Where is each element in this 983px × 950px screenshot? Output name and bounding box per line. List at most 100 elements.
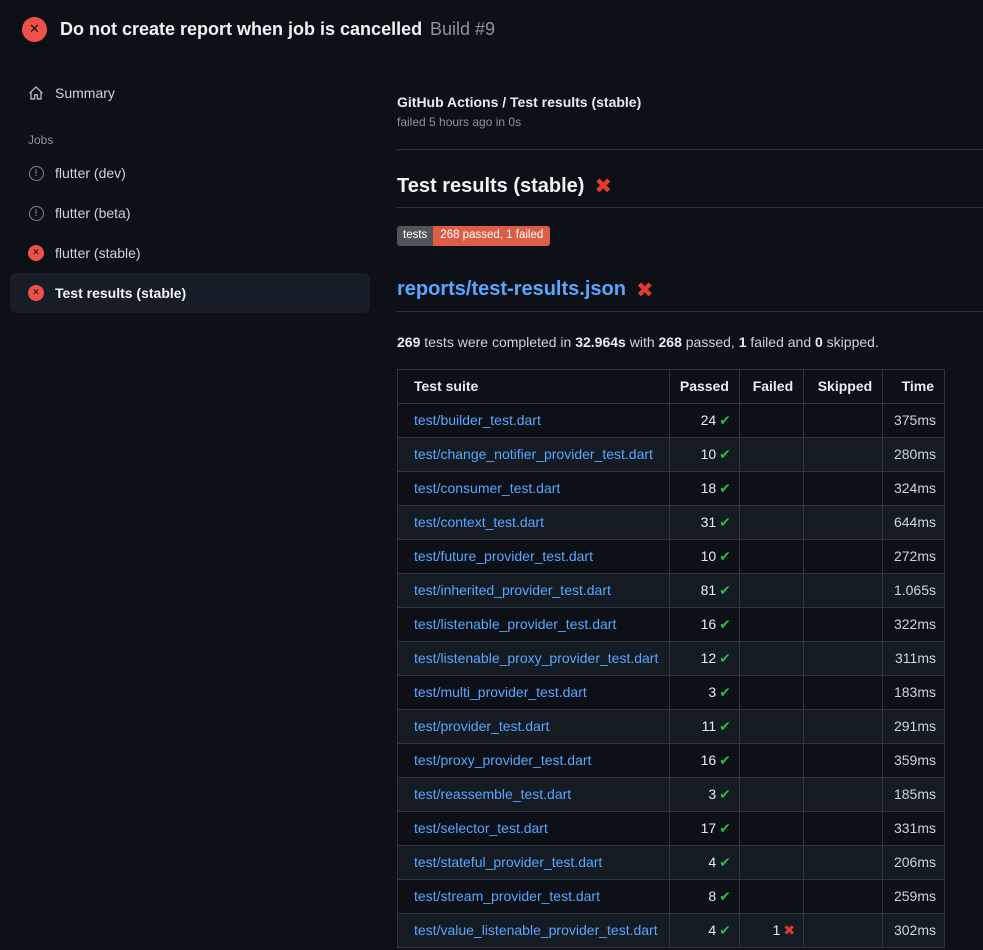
passed-cell: 11✔ bbox=[669, 709, 739, 743]
time-cell: 280ms bbox=[883, 437, 945, 471]
skipped-cell bbox=[804, 845, 883, 879]
skipped-cell bbox=[804, 913, 883, 947]
test-suite-link[interactable]: test/reassemble_test.dart bbox=[414, 786, 571, 802]
test-suite-link[interactable]: test/future_provider_test.dart bbox=[414, 548, 593, 564]
sidebar-item-summary[interactable]: Summary bbox=[10, 73, 370, 113]
table-row: test/consumer_test.dart18✔324ms bbox=[398, 471, 945, 505]
passed-cell: 10✔ bbox=[669, 437, 739, 471]
col-header-failed: Failed bbox=[739, 369, 803, 403]
failed-cell bbox=[739, 471, 803, 505]
summary-segment: 0 bbox=[815, 334, 823, 350]
check-icon: ✔ bbox=[719, 651, 731, 667]
passed-cell: 17✔ bbox=[669, 811, 739, 845]
col-header-test-suite: Test suite bbox=[398, 369, 670, 403]
test-suite-cell: test/provider_test.dart bbox=[398, 709, 670, 743]
test-suite-link[interactable]: test/consumer_test.dart bbox=[414, 480, 560, 496]
col-header-skipped: Skipped bbox=[804, 369, 883, 403]
time-cell: 272ms bbox=[883, 539, 945, 573]
check-icon: ✔ bbox=[719, 821, 731, 837]
test-suite-link[interactable]: test/stateful_provider_test.dart bbox=[414, 854, 602, 870]
passed-cell: 12✔ bbox=[669, 641, 739, 675]
test-suite-link[interactable]: test/listenable_proxy_provider_test.dart bbox=[414, 650, 658, 666]
table-row: test/multi_provider_test.dart3✔183ms bbox=[398, 675, 945, 709]
failed-cell bbox=[739, 811, 803, 845]
check-icon: ✔ bbox=[719, 719, 731, 735]
check-icon: ✔ bbox=[719, 923, 731, 939]
passed-cell: 24✔ bbox=[669, 403, 739, 437]
time-cell: 1.065s bbox=[883, 573, 945, 607]
summary-segment: 269 bbox=[397, 334, 420, 350]
skipped-cell bbox=[804, 675, 883, 709]
skipped-cell bbox=[804, 505, 883, 539]
table-row: test/listenable_proxy_provider_test.dart… bbox=[398, 641, 945, 675]
test-suite-link[interactable]: test/builder_test.dart bbox=[414, 412, 541, 428]
time-cell: 375ms bbox=[883, 403, 945, 437]
test-suite-link[interactable]: test/multi_provider_test.dart bbox=[414, 684, 587, 700]
report-file-link[interactable]: reports/test-results.json bbox=[397, 278, 626, 301]
skipped-cell bbox=[804, 437, 883, 471]
sidebar-job-item[interactable]: ! flutter (beta) bbox=[10, 193, 370, 233]
test-suite-link[interactable]: test/value_listenable_provider_test.dart bbox=[414, 922, 658, 938]
failed-cell bbox=[739, 641, 803, 675]
sidebar-job-label: flutter (beta) bbox=[55, 205, 130, 221]
test-suite-cell: test/change_notifier_provider_test.dart bbox=[398, 437, 670, 471]
summary-segment: failed and bbox=[747, 334, 816, 350]
test-suite-link[interactable]: test/listenable_provider_test.dart bbox=[414, 616, 616, 632]
home-icon bbox=[28, 85, 44, 101]
time-cell: 259ms bbox=[883, 879, 945, 913]
section-title-text: Test results (stable) bbox=[397, 175, 584, 198]
test-suite-link[interactable]: test/stream_provider_test.dart bbox=[414, 888, 600, 904]
test-suite-cell: test/consumer_test.dart bbox=[398, 471, 670, 505]
table-row: test/value_listenable_provider_test.dart… bbox=[398, 913, 945, 947]
table-row: test/stateful_provider_test.dart4✔206ms bbox=[398, 845, 945, 879]
failed-cell bbox=[739, 777, 803, 811]
failed-cell bbox=[739, 675, 803, 709]
time-cell: 302ms bbox=[883, 913, 945, 947]
table-row: test/selector_test.dart17✔331ms bbox=[398, 811, 945, 845]
sidebar-job-item[interactable]: ✕flutter (stable) bbox=[10, 233, 370, 273]
table-row: test/change_notifier_provider_test.dart 1… bbox=[398, 437, 945, 471]
cross-icon: ✖ bbox=[783, 923, 795, 939]
check-icon: ✔ bbox=[719, 787, 731, 803]
test-suite-link[interactable]: test/proxy_provider_test.dart bbox=[414, 752, 591, 768]
check-icon: ✔ bbox=[719, 447, 731, 463]
skipped-cell bbox=[804, 811, 883, 845]
neutral-status-icon: ! bbox=[28, 205, 44, 221]
jobs-section-label: Jobs bbox=[28, 133, 380, 147]
test-suite-link[interactable]: test/context_test.dart bbox=[414, 514, 544, 530]
time-cell: 359ms bbox=[883, 743, 945, 777]
failed-cross-icon: ✖ bbox=[636, 278, 654, 302]
time-cell: 183ms bbox=[883, 675, 945, 709]
sidebar-job-item[interactable]: ✕Test results (stable) bbox=[10, 273, 370, 313]
table-row: test/inherited_provider_test.dart81✔1.06… bbox=[398, 573, 945, 607]
passed-cell: 10✔ bbox=[669, 539, 739, 573]
skipped-cell bbox=[804, 641, 883, 675]
skipped-cell bbox=[804, 607, 883, 641]
test-suite-link[interactable]: test/provider_test.dart bbox=[414, 718, 549, 734]
col-header-passed: Passed bbox=[669, 369, 739, 403]
summary-segment: 32.964s bbox=[575, 334, 626, 350]
divider bbox=[397, 149, 983, 150]
test-suite-link[interactable]: test/selector_test.dart bbox=[414, 820, 548, 836]
summary-segment: 268 bbox=[659, 334, 682, 350]
time-cell: 185ms bbox=[883, 777, 945, 811]
jobs-list: !flutter (dev)! flutter (beta) ✕flutter (s… bbox=[0, 153, 380, 313]
passed-cell: 16✔ bbox=[669, 743, 739, 777]
sidebar: Summary Jobs !flutter (dev)! flutter (bet… bbox=[0, 56, 380, 313]
test-suite-cell: test/context_test.dart bbox=[398, 505, 670, 539]
passed-cell: 4✔ bbox=[669, 845, 739, 879]
test-results-table: Test suite Passed Failed Skipped Time te… bbox=[397, 369, 945, 948]
failed-cell bbox=[739, 505, 803, 539]
test-suite-link[interactable]: test/inherited_provider_test.dart bbox=[414, 582, 611, 598]
passed-cell: 3✔ bbox=[669, 777, 739, 811]
summary-segment: tests were completed in bbox=[420, 334, 575, 350]
test-suite-cell: test/reassemble_test.dart bbox=[398, 777, 670, 811]
test-suite-link[interactable]: test/change_notifier_provider_test.dart bbox=[414, 446, 653, 462]
sidebar-job-item[interactable]: !flutter (dev) bbox=[10, 153, 370, 193]
passed-cell: 4✔ bbox=[669, 913, 739, 947]
skipped-cell bbox=[804, 471, 883, 505]
section-title: Test results (stable) ✖ bbox=[397, 174, 983, 198]
time-cell: 311ms bbox=[883, 641, 945, 675]
report-heading: reports/test-results.json ✖ bbox=[397, 278, 983, 302]
summary-segment: skipped. bbox=[823, 334, 879, 350]
